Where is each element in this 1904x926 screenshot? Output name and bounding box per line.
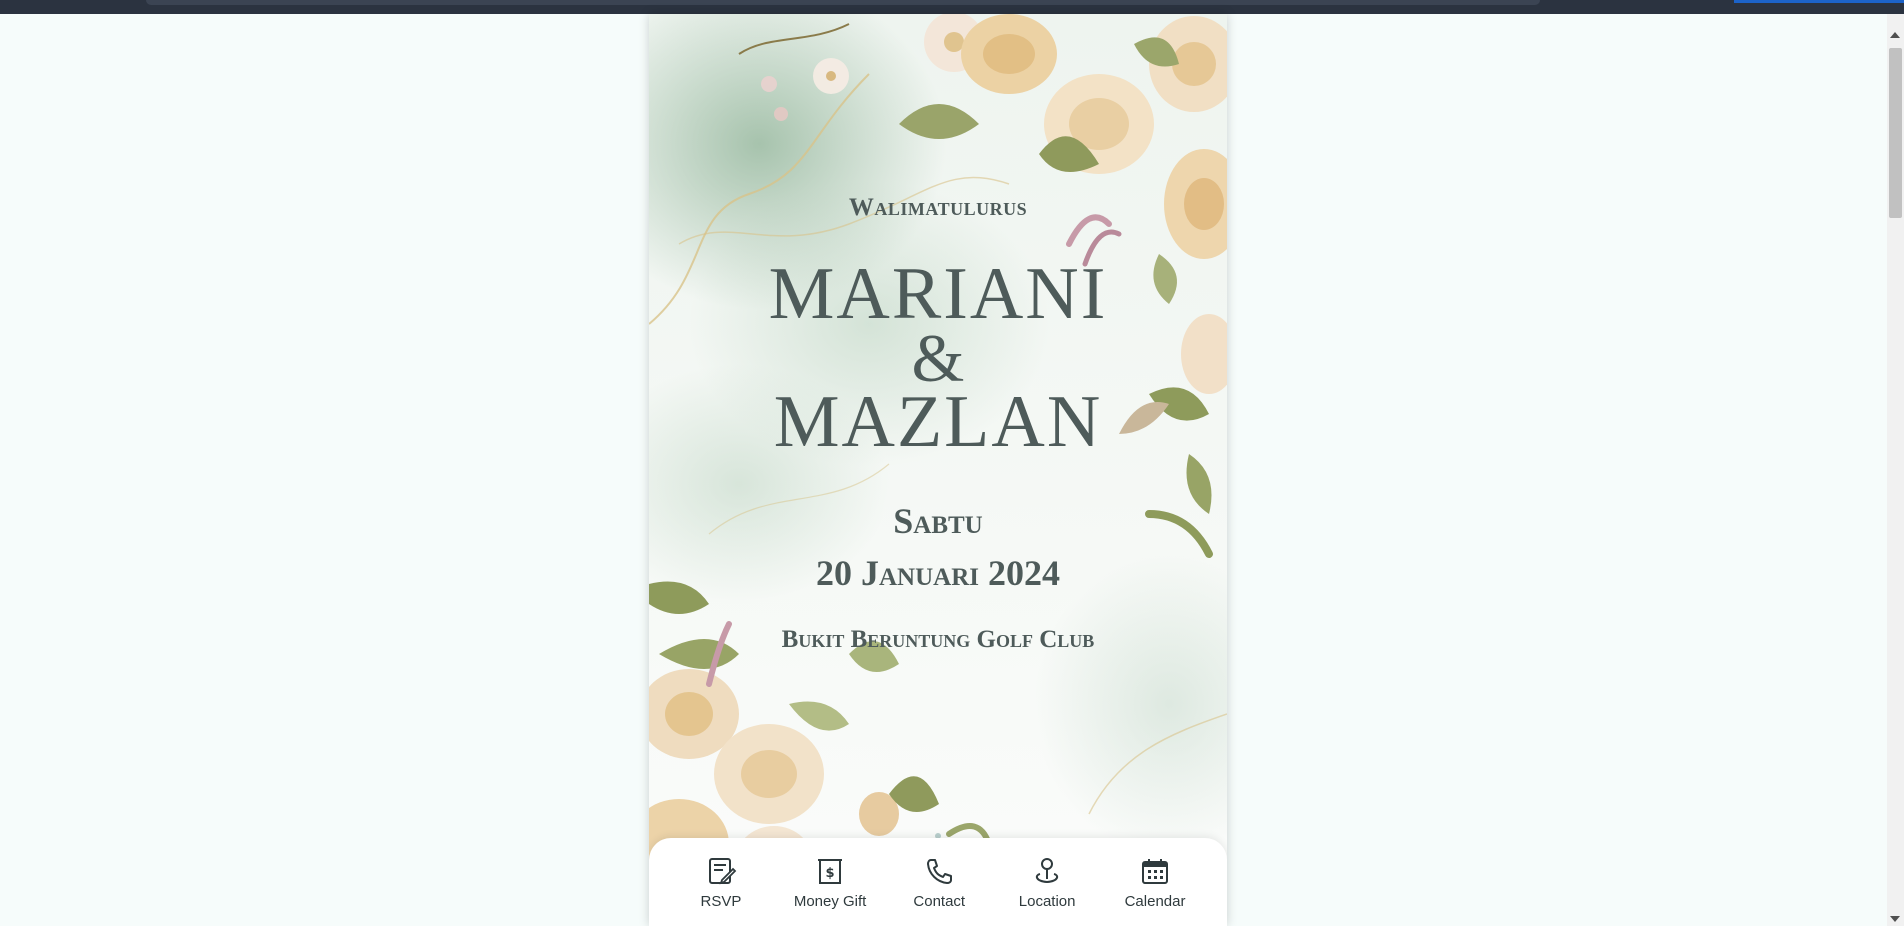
nav-money-gift-button[interactable]: $ Money Gift: [793, 855, 867, 910]
floral-decoration: [649, 14, 1227, 902]
browser-tab-strip[interactable]: [146, 0, 1540, 5]
browser-top-bar: [0, 0, 1904, 14]
page-scrollbar[interactable]: [1887, 14, 1904, 926]
location-pin-icon: [1036, 857, 1059, 883]
nav-contact-label: Contact: [913, 892, 966, 910]
money-gift-icon: $: [818, 858, 843, 884]
nav-location-label: Location: [1018, 892, 1076, 910]
scrollbar-thumb[interactable]: [1889, 48, 1902, 218]
event-venue: Bukit Beruntung Golf Club: [781, 626, 1095, 653]
event-type-label: Walimatulurus: [848, 194, 1028, 221]
nav-rsvp-label: RSVP: [700, 892, 742, 910]
event-day: Sabtu: [893, 501, 983, 541]
groom-name: MAZLAN: [773, 381, 1103, 463]
svg-text:$: $: [826, 866, 835, 881]
browser-accent-bar: [1734, 0, 1904, 3]
bottom-nav: RSVP $ Money Gift Contact Location Calen…: [649, 838, 1227, 926]
nav-calendar-label: Calendar: [1124, 892, 1186, 910]
invitation-card: Walimatulurus MARIANI & MAZLAN Sabtu 20 …: [649, 14, 1227, 926]
nav-contact-button[interactable]: Contact: [904, 855, 974, 910]
rsvp-form-icon: [708, 857, 737, 884]
scroll-down-arrow-icon[interactable]: [1890, 916, 1900, 922]
nav-calendar-button[interactable]: Calendar: [1120, 855, 1190, 910]
event-date: 20 Januari 2024: [816, 553, 1060, 593]
phone-icon: [927, 858, 953, 884]
calendar-icon: [1142, 858, 1169, 884]
nav-location-button[interactable]: Location: [1012, 855, 1082, 910]
nav-rsvp-button[interactable]: RSVP: [686, 855, 756, 910]
nav-money-gift-label: Money Gift: [793, 892, 867, 910]
scroll-up-arrow-icon[interactable]: [1890, 32, 1900, 38]
